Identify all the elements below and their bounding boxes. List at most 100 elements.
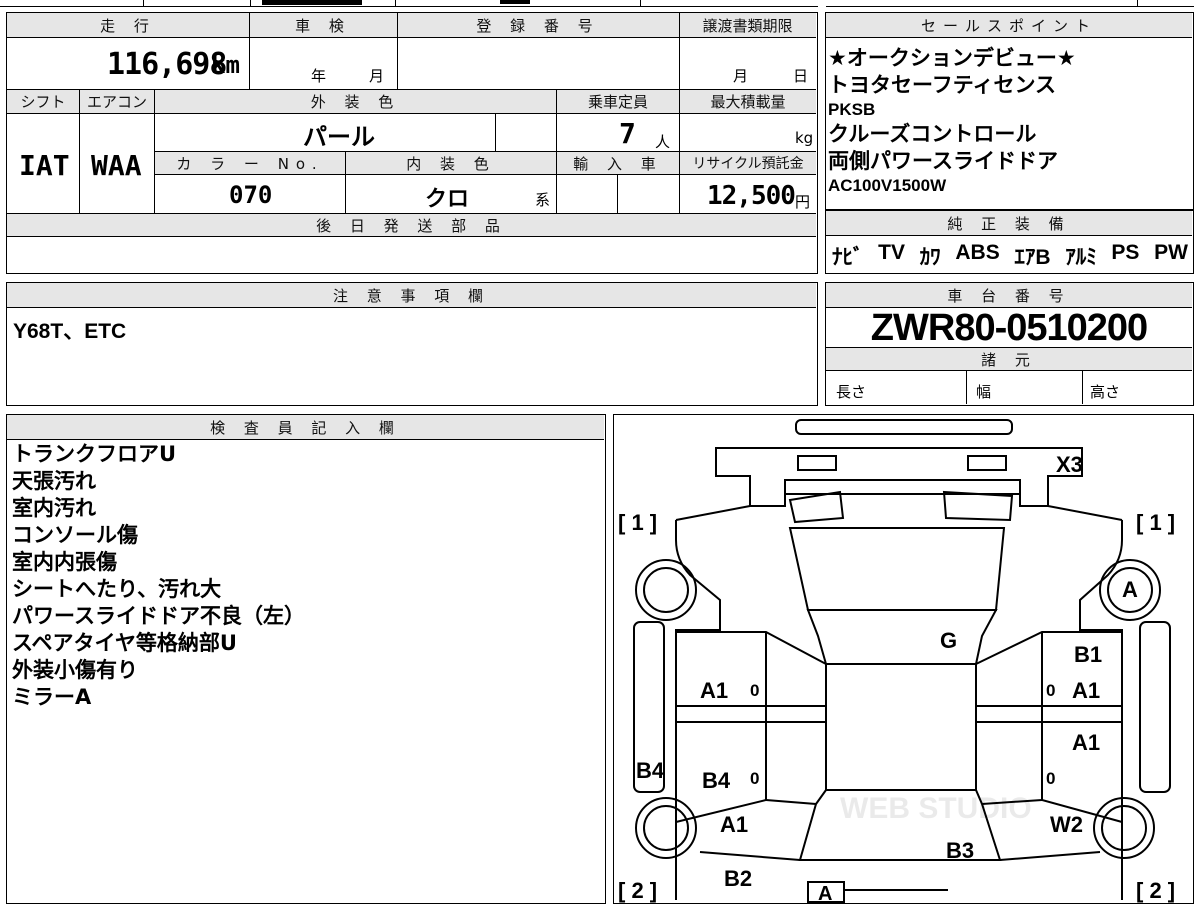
sales-point-line: 両側パワースライドドア	[828, 149, 1058, 173]
equipment-item: PS	[1111, 241, 1140, 264]
sales-points-list: ★オークションデビュー★ トヨタセーフティセンス PKSB クルーズコントロール 両側パ…	[828, 45, 1076, 197]
notes-panel: 注 意 事 項 欄 Y68T、ETC	[6, 282, 818, 406]
sales-points-header: セールスポイント	[826, 13, 1192, 37]
deadline-month-label: 月	[733, 67, 749, 85]
vehicle-info-table: 走 行 車 検 登 録 番 号 譲渡書類期限 116,698 km 年 月 月 …	[6, 12, 818, 274]
mark-zero-right-rear: 0	[1046, 769, 1055, 788]
top-cut-strip	[0, 0, 1200, 8]
mark-zero-right-front: 0	[1046, 681, 1055, 700]
notes-text: Y68T、ETC	[13, 320, 127, 343]
watermark-text: WEB STUDIO	[840, 792, 1032, 825]
equipment-item: ﾅﾋﾞ	[832, 246, 864, 269]
equipment-item: ｶﾜ	[919, 246, 941, 269]
recycle-unit: 円	[795, 193, 811, 211]
sales-point-line: AC100V1500W	[828, 176, 947, 195]
mark-b4-left-door: B4	[702, 768, 731, 793]
height-label: 高さ	[1090, 383, 1121, 401]
shift-value: IAT	[19, 149, 70, 182]
equipment-item: ｱﾙﾐ	[1065, 246, 1097, 269]
mark-b2: B2	[724, 866, 752, 891]
mileage-unit: km	[211, 51, 240, 79]
notes-header: 注 意 事 項 欄	[7, 283, 816, 307]
inspector-note-line: 天張汚れ	[12, 469, 96, 493]
inspector-note-line: 外装小傷有り	[12, 658, 138, 682]
max-load-header: 最大積載量	[680, 90, 816, 113]
equipment-item: TV	[878, 241, 906, 264]
width-label: 幅	[976, 383, 992, 401]
interior-color-suffix: 系	[535, 191, 551, 209]
mark-bracket-1-left: [ 1 ]	[618, 510, 657, 535]
mark-x3: X3	[1056, 452, 1083, 477]
mark-bracket-1-right: [ 1 ]	[1136, 510, 1175, 535]
later-parts-header: 後 日 発 送 部 品	[7, 214, 816, 236]
mark-a1-left-front: A1	[700, 678, 728, 703]
equipment-panel: 純 正 装 備 ﾅﾋﾞ TV ｶﾜ ABS ｴｱB ｱﾙﾐ PS PW	[825, 210, 1194, 274]
interior-color-value: クロ	[425, 187, 470, 212]
equipment-item: ABS	[955, 241, 1000, 264]
mileage-header: 走 行	[7, 13, 249, 37]
mark-a1-left-lower: A1	[720, 812, 748, 837]
recycle-header: リサイクル預託金	[680, 152, 816, 174]
equipment-item: PW	[1154, 241, 1188, 264]
max-load-unit: kg	[795, 129, 814, 147]
inspector-note-line: 室内内張傷	[12, 550, 117, 574]
sales-point-line: PKSB	[828, 100, 876, 119]
mark-a-right-wheel: A	[1122, 577, 1138, 602]
sales-point-line: クルーズコントロール	[828, 122, 1037, 146]
mark-bracket-2-right: [ 2 ]	[1136, 878, 1175, 903]
inspector-panel: 検 査 員 記 入 欄 トランクフロアU 天張汚れ 室内汚れ コンソール傷 室内内張傷シ…	[6, 414, 606, 904]
import-header: 輸 入 車	[557, 152, 679, 174]
mark-b3: B3	[946, 838, 974, 863]
chassis-header: 車 台 番 号	[826, 283, 1192, 307]
equipment-header: 純 正 装 備	[826, 211, 1192, 235]
inspector-notes-list: トランクフロアU 天張汚れ 室内汚れ コンソール傷 室内内張傷 シートへたり、汚れ大 パワー…	[12, 441, 305, 711]
car-diagram-panel: WEB STUDIO X3 [ 1 ] [ 1 ] A G B1 A1 0 0 …	[613, 414, 1194, 904]
mark-bracket-2-left: [ 2 ]	[618, 878, 657, 903]
recycle-value: 12,500	[707, 181, 796, 211]
exterior-color-value: パール	[303, 123, 375, 151]
inspector-note-line: 室内汚れ	[12, 496, 96, 520]
aircon-value: WAA	[91, 149, 142, 182]
color-no-header: カ ラ ー No.	[155, 152, 345, 174]
transfer-deadline-header: 譲渡書類期限	[679, 13, 816, 37]
capacity-header: 乗車定員	[557, 90, 679, 113]
inspector-header: 検 査 員 記 入 欄	[7, 415, 604, 439]
sales-points-panel: セールスポイント ★オークションデビュー★ トヨタセーフティセンス PKSB クルーズ…	[825, 12, 1194, 210]
registration-header: 登 録 番 号	[397, 13, 679, 37]
inspector-note-line: スペアタイヤ等格納部U	[12, 631, 237, 655]
color-no-value: 070	[229, 181, 273, 209]
exterior-color-header: 外 装 色	[155, 90, 556, 113]
deadline-day-label: 日	[793, 67, 809, 85]
sales-point-line: ★オークションデビュー★	[828, 46, 1076, 70]
mark-b1: B1	[1074, 642, 1102, 667]
mark-b4-left-edge: B4	[636, 758, 665, 783]
inspection-year-label: 年	[311, 67, 327, 85]
mark-g: G	[940, 628, 957, 653]
inspection-month-label: 月	[369, 67, 385, 85]
mark-zero-left-rear: 0	[750, 769, 759, 788]
mark-zero-left-front: 0	[750, 681, 759, 700]
equipment-item: ｴｱB	[1014, 246, 1051, 269]
length-label: 長さ	[836, 383, 867, 401]
chassis-number: ZWR80-0510200	[870, 307, 1148, 349]
inspector-note-line: パワースライドドア不良（左）	[12, 604, 305, 628]
mark-a-bottom: A	[818, 883, 832, 904]
spec-header: 諸 元	[826, 348, 1192, 370]
inspector-note-line: シートへたり、汚れ大	[12, 577, 222, 601]
mark-a1-right-front: A1	[1072, 678, 1100, 703]
mark-w2: W2	[1050, 812, 1083, 837]
inspector-note-line: ミラーA	[12, 685, 92, 709]
equipment-list: ﾅﾋﾞ TV ｶﾜ ABS ｴｱB ｱﾙﾐ PS PW	[832, 241, 1188, 271]
sales-point-line: トヨタセーフティセンス	[828, 73, 1057, 97]
aircon-header: エアコン	[80, 90, 154, 113]
interior-color-header: 内 装 色	[346, 152, 556, 174]
chassis-panel: 車 台 番 号 ZWR80-0510200 諸 元 長さ 幅 高さ	[825, 282, 1194, 406]
inspection-header: 車 検	[249, 13, 397, 37]
car-diagram: WEB STUDIO X3 [ 1 ] [ 1 ] A G B1 A1 0 0 …	[618, 418, 1175, 904]
shift-header: シフト	[7, 90, 79, 113]
capacity-value: 7	[619, 117, 636, 150]
mark-a1-right-rear: A1	[1072, 730, 1100, 755]
inspector-note-line: コンソール傷	[12, 523, 138, 547]
capacity-unit: 人	[655, 133, 671, 151]
mileage-value: 116,698	[107, 47, 227, 82]
